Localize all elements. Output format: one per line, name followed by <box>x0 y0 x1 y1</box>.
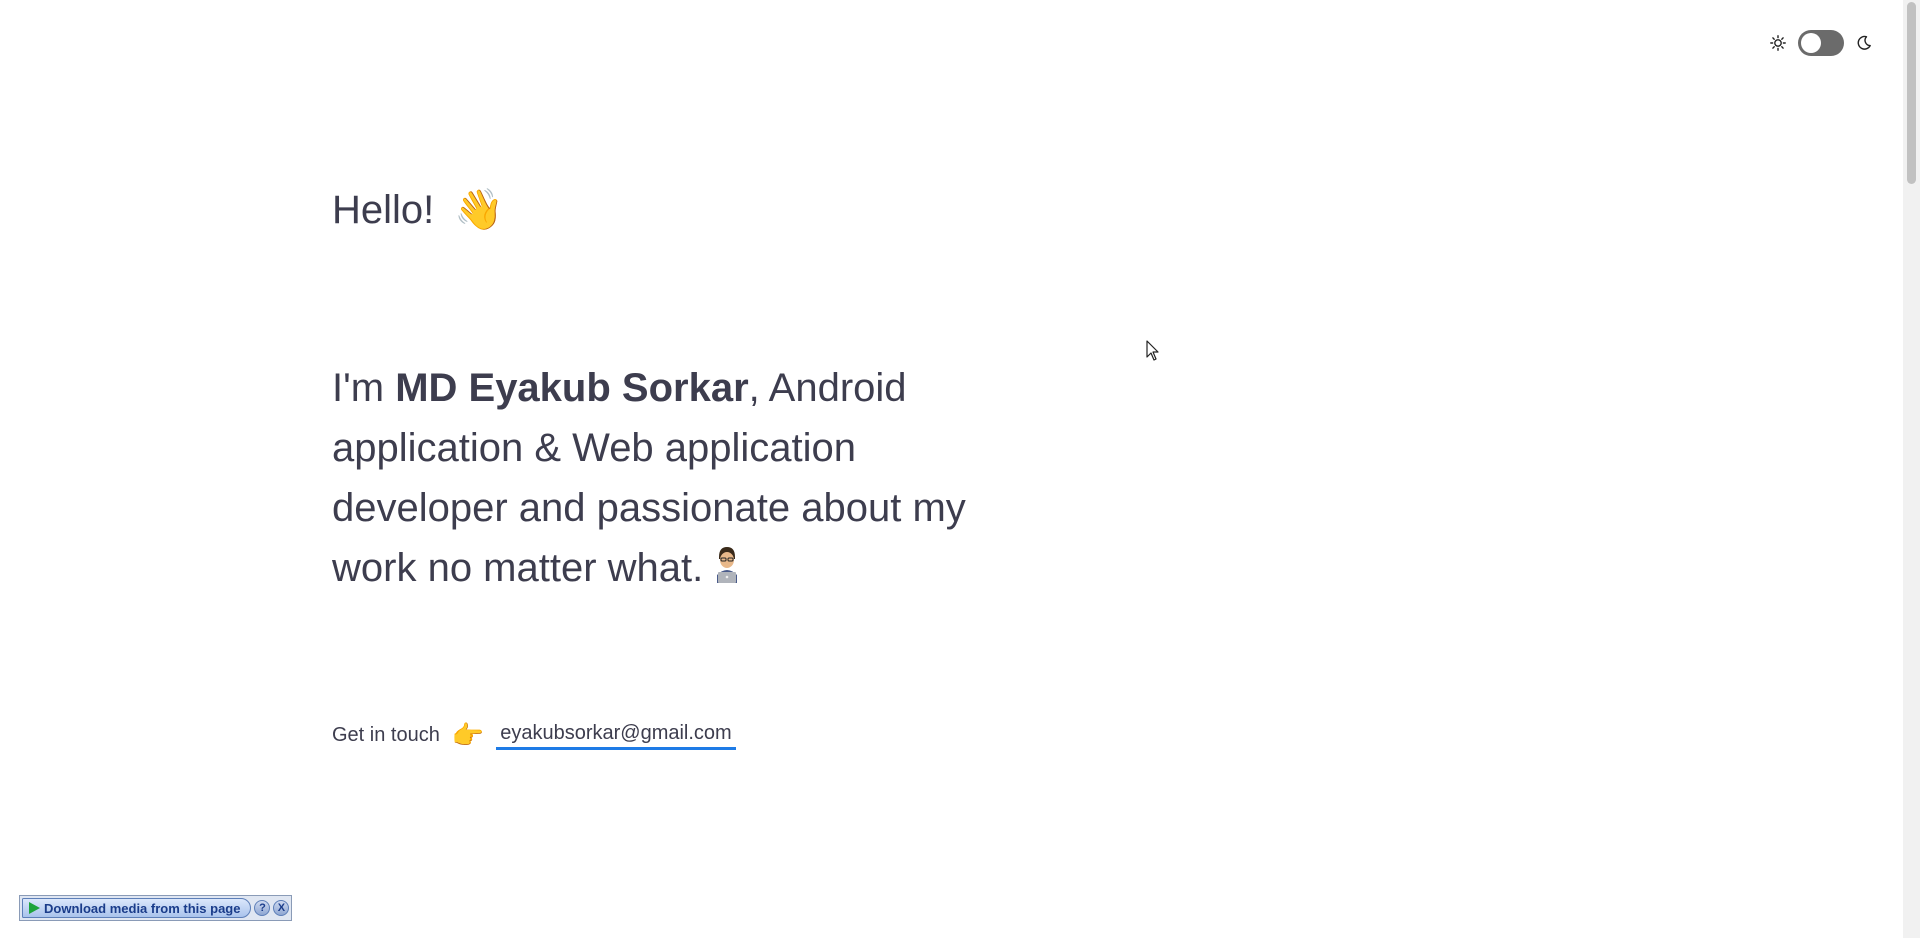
download-media-button[interactable]: Download media from this page <box>22 898 252 918</box>
theme-switch[interactable] <box>1798 30 1844 56</box>
email-link[interactable]: eyakubsorkar@gmail.com <box>496 722 736 750</box>
hero-section: Hello! 👋 I'm MD Eyakub Sorkar, Android a… <box>332 180 992 751</box>
intro-paragraph: I'm MD Eyakub Sorkar, Android applicatio… <box>332 358 992 598</box>
close-button[interactable]: X <box>273 900 290 916</box>
greeting-text: Hello! <box>332 188 435 232</box>
developer-emoji-icon <box>711 542 743 583</box>
page: Hello! 👋 I'm MD Eyakub Sorkar, Android a… <box>0 0 1920 938</box>
vertical-scrollbar[interactable] <box>1903 0 1920 938</box>
scrollbar-thumb[interactable] <box>1907 2 1916 184</box>
waving-hand-icon: 👋 <box>454 188 505 232</box>
theme-toggle <box>1768 30 1874 56</box>
moon-icon <box>1854 33 1874 53</box>
theme-switch-knob <box>1801 33 1821 53</box>
author-name: MD Eyakub Sorkar <box>395 366 749 410</box>
help-button[interactable]: ? <box>254 900 271 916</box>
play-icon <box>29 902 40 914</box>
mouse-cursor-icon <box>1146 340 1159 361</box>
sun-icon <box>1768 33 1788 53</box>
contact-row: Get in touch 👉 eyakubsorkar@gmail.com <box>332 720 992 751</box>
greeting-heading: Hello! 👋 <box>332 180 992 240</box>
download-media-label: Download media from this page <box>44 900 241 916</box>
intro-prefix: I'm <box>332 366 396 410</box>
contact-label: Get in touch <box>332 724 440 746</box>
download-media-toolbar: Download media from this page ? X <box>19 895 293 921</box>
pointing-hand-icon: 👉 <box>451 720 485 750</box>
